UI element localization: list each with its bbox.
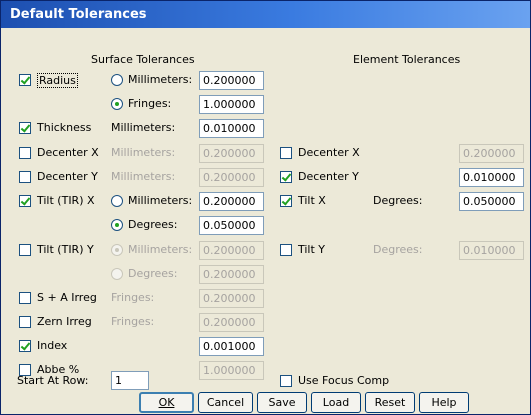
index-checkbox[interactable] xyxy=(19,340,31,352)
radius-millimeters-label: Millimeters: xyxy=(128,73,193,86)
thickness-field[interactable]: 0.010000 xyxy=(199,119,264,138)
surface-decenter-y-label: Decenter Y xyxy=(37,170,98,183)
element-decenter-x-label: Decenter X xyxy=(298,146,360,159)
element-tilt-y-field[interactable]: 0.010000 xyxy=(459,241,524,260)
surface-decenter-y-checkbox[interactable] xyxy=(19,171,31,183)
radius-fringes-radio[interactable] xyxy=(111,98,123,110)
tilt-tir-x-checkbox[interactable] xyxy=(19,195,31,207)
tilt-tir-y-label: Tilt (TIR) Y xyxy=(37,243,94,256)
abbe-field[interactable]: 1.000000 xyxy=(199,361,264,380)
tilt-tir-x-millimeters-radio[interactable] xyxy=(111,195,123,207)
element-tilt-x-field[interactable]: 0.050000 xyxy=(459,192,524,211)
index-field[interactable]: 0.001000 xyxy=(199,337,264,356)
tilt-tir-x-degrees-radio[interactable] xyxy=(111,219,123,231)
radius-fringes-label: Fringes: xyxy=(128,97,172,110)
tilt-tir-y-degrees-field[interactable]: 0.200000 xyxy=(199,265,264,284)
element-tolerances-header: Element Tolerances xyxy=(353,53,461,66)
load-button[interactable]: Load xyxy=(311,392,361,413)
element-tilt-y-unit-label: Degrees: xyxy=(373,243,423,256)
ok-button-label: OK xyxy=(158,396,175,409)
radius-millimeters-radio[interactable] xyxy=(111,74,123,86)
help-button-label: Help xyxy=(431,396,457,409)
zern-irreg-field[interactable]: 0.200000 xyxy=(199,313,264,332)
element-decenter-y-label: Decenter Y xyxy=(298,170,359,183)
radius-millimeters-field[interactable]: 0.200000 xyxy=(199,71,264,90)
save-button-label: Save xyxy=(268,396,296,409)
tilt-tir-x-degrees-field[interactable]: 0.050000 xyxy=(199,216,264,235)
tilt-tir-y-degrees-radio[interactable] xyxy=(111,268,123,280)
element-tilt-x-unit-label: Degrees: xyxy=(373,194,423,207)
zern-irreg-checkbox[interactable] xyxy=(19,316,31,328)
s-a-irreg-label: S + A Irreg xyxy=(37,291,97,304)
ok-button[interactable]: OK xyxy=(139,392,194,413)
s-a-irreg-checkbox[interactable] xyxy=(19,292,31,304)
radius-fringes-field[interactable]: 1.000000 xyxy=(199,95,264,114)
surface-decenter-x-field[interactable]: 0.200000 xyxy=(199,144,264,163)
element-decenter-x-checkbox[interactable] xyxy=(280,147,292,159)
surface-decenter-y-unit-label: Millimeters: xyxy=(111,170,176,183)
s-a-irreg-unit-label: Fringes: xyxy=(111,291,155,304)
cancel-button[interactable]: Cancel xyxy=(198,392,253,413)
start-at-row-label: Start At Row: xyxy=(17,374,89,387)
tilt-tir-x-millimeters-label: Millimeters: xyxy=(128,194,193,207)
save-button[interactable]: Save xyxy=(257,392,307,413)
use-focus-comp-checkbox[interactable] xyxy=(280,375,292,387)
element-tilt-y-label: Tilt Y xyxy=(298,243,326,256)
surface-tolerances-header: Surface Tolerances xyxy=(91,53,195,66)
start-at-row-field[interactable]: 1 xyxy=(111,371,149,390)
reset-button-label: Reset xyxy=(374,396,406,409)
zern-irreg-label: Zern Irreg xyxy=(37,315,92,328)
tilt-tir-y-degrees-label: Degrees: xyxy=(128,267,178,280)
thickness-unit-label: Millimeters: xyxy=(111,121,176,134)
radius-label: Radius xyxy=(37,73,78,88)
radius-checkbox[interactable] xyxy=(19,74,31,86)
surface-decenter-x-label: Decenter X xyxy=(37,146,99,159)
element-decenter-y-checkbox[interactable] xyxy=(280,171,292,183)
index-label: Index xyxy=(37,339,68,352)
element-tilt-x-checkbox[interactable] xyxy=(280,195,292,207)
tilt-tir-x-millimeters-field[interactable]: 0.200000 xyxy=(199,192,264,211)
thickness-label: Thickness xyxy=(37,121,92,134)
tilt-tir-x-label: Tilt (TIR) X xyxy=(37,194,95,207)
use-focus-comp-label: Use Focus Comp xyxy=(298,374,390,387)
element-tilt-x-label: Tilt X xyxy=(298,194,326,207)
element-decenter-y-field[interactable]: 0.010000 xyxy=(459,168,524,187)
tilt-tir-x-degrees-label: Degrees: xyxy=(128,218,178,231)
element-tilt-y-checkbox[interactable] xyxy=(280,244,292,256)
thickness-checkbox[interactable] xyxy=(19,122,31,134)
tilt-tir-y-checkbox[interactable] xyxy=(19,244,31,256)
element-decenter-x-field[interactable]: 0.200000 xyxy=(459,144,524,163)
default-tolerances-dialog: Default Tolerances Surface Tolerances El… xyxy=(0,0,531,415)
cancel-button-label: Cancel xyxy=(206,396,245,409)
help-button[interactable]: Help xyxy=(419,392,469,413)
tilt-tir-y-millimeters-radio[interactable] xyxy=(111,244,123,256)
window-title: Default Tolerances xyxy=(1,1,530,28)
surface-decenter-y-field[interactable]: 0.200000 xyxy=(199,168,264,187)
s-a-irreg-field[interactable]: 0.200000 xyxy=(199,289,264,308)
tilt-tir-y-millimeters-label: Millimeters: xyxy=(128,243,193,256)
surface-decenter-x-checkbox[interactable] xyxy=(19,147,31,159)
zern-irreg-unit-label: Fringes: xyxy=(111,315,155,328)
surface-decenter-x-unit-label: Millimeters: xyxy=(111,146,176,159)
tilt-tir-y-millimeters-field[interactable]: 0.200000 xyxy=(199,241,264,260)
load-button-label: Load xyxy=(322,396,350,409)
reset-button[interactable]: Reset xyxy=(365,392,415,413)
